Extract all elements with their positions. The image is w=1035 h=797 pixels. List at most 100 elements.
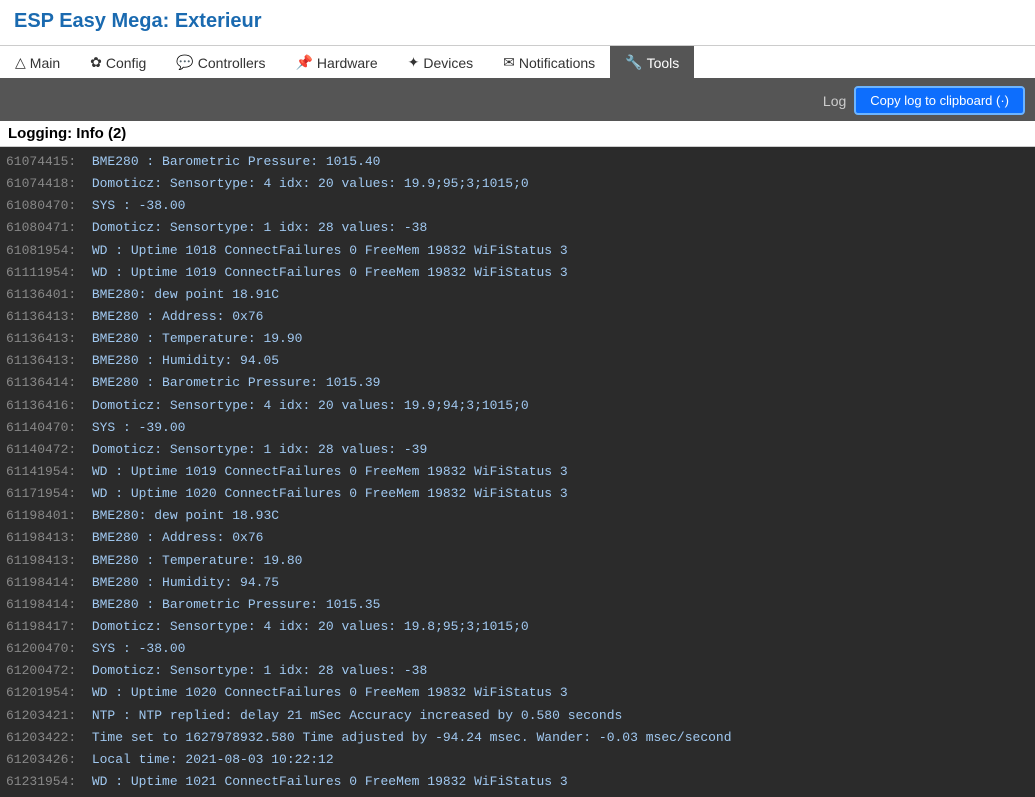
log-timestamp: 61198413:: [6, 530, 76, 545]
header: ESP Easy Mega: Exterieur: [0, 0, 1035, 46]
nav-hardware[interactable]: 📌 Hardware: [280, 46, 392, 78]
log-text: BME280 : Address: 0x76: [76, 530, 263, 545]
log-timestamp: 61171954:: [6, 486, 76, 501]
log-timestamp: 61140470:: [6, 420, 76, 435]
log-content: 61074415: BME280 : Barometric Pressure: …: [0, 147, 1035, 797]
log-timestamp: 61198414:: [6, 597, 76, 612]
nav-devices[interactable]: ✦ Devices: [393, 46, 489, 78]
log-timestamp: 61200472:: [6, 663, 76, 678]
log-line: 61080471: Domoticz: Sensortype: 1 idx: 2…: [6, 217, 1029, 239]
log-line: 61203422: Time set to 1627978932.580 Tim…: [6, 727, 1029, 749]
log-line: 61081954: WD : Uptime 1018 ConnectFailur…: [6, 240, 1029, 262]
log-line: 61203421: NTP : NTP replied: delay 21 mS…: [6, 705, 1029, 727]
log-timestamp: 61080471:: [6, 220, 76, 235]
log-line: 61200470: SYS : -38.00: [6, 638, 1029, 660]
log-text: SYS : -38.00: [76, 198, 185, 213]
log-line: 61136413: BME280 : Humidity: 94.05: [6, 350, 1029, 372]
nav-notifications-label: Notifications: [519, 55, 595, 71]
notifications-icon: ✉: [503, 54, 515, 71]
log-line: 61136413: BME280 : Temperature: 19.90: [6, 328, 1029, 350]
log-timestamp: 61203426:: [6, 752, 76, 767]
log-text: BME280 : Temperature: 19.80: [76, 553, 302, 568]
log-timestamp: 61198413:: [6, 553, 76, 568]
log-text: Domoticz: Sensortype: 4 idx: 20 values: …: [76, 176, 528, 191]
log-timestamp: 61141954:: [6, 464, 76, 479]
log-line: 61136416: Domoticz: Sensortype: 4 idx: 2…: [6, 395, 1029, 417]
log-text: WD : Uptime 1020 ConnectFailures 0 FreeM…: [76, 486, 567, 501]
log-text: Local time: 2021-08-03 10:22:12: [76, 752, 333, 767]
log-text: Domoticz: Sensortype: 1 idx: 28 values: …: [76, 442, 427, 457]
log-text: BME280 : Barometric Pressure: 1015.35: [76, 597, 380, 612]
log-text: SYS : -39.00: [76, 420, 185, 435]
log-line: 61136413: BME280 : Address: 0x76: [6, 306, 1029, 328]
log-line: 61198413: BME280 : Temperature: 19.80: [6, 550, 1029, 572]
config-icon: ✿: [90, 54, 102, 71]
log-text: NTP : NTP replied: delay 21 mSec Accurac…: [76, 708, 622, 723]
log-line: 61141954: WD : Uptime 1019 ConnectFailur…: [6, 461, 1029, 483]
log-line: 61200472: Domoticz: Sensortype: 1 idx: 2…: [6, 660, 1029, 682]
log-timestamp: 61136416:: [6, 398, 76, 413]
nav-config[interactable]: ✿ Config: [75, 46, 161, 78]
log-line: 61231954: WD : Uptime 1021 ConnectFailur…: [6, 771, 1029, 793]
log-line: 61111954: WD : Uptime 1019 ConnectFailur…: [6, 262, 1029, 284]
log-timestamp: 61231954:: [6, 774, 76, 789]
nav-main-label: Main: [30, 55, 60, 71]
log-line: 61198413: BME280 : Address: 0x76: [6, 527, 1029, 549]
log-text: BME280 : Barometric Pressure: 1015.40: [76, 154, 380, 169]
log-timestamp: 61136413:: [6, 331, 76, 346]
nav-hardware-label: Hardware: [317, 55, 378, 71]
log-text: Domoticz: Sensortype: 4 idx: 20 values: …: [76, 398, 528, 413]
main-icon: △: [15, 54, 26, 71]
log-text: BME280 : Humidity: 94.05: [76, 353, 279, 368]
log-line: 61198417: Domoticz: Sensortype: 4 idx: 2…: [6, 616, 1029, 638]
controllers-icon: 💬: [176, 54, 193, 71]
log-line: 61140470: SYS : -39.00: [6, 417, 1029, 439]
log-text: BME280 : Temperature: 19.90: [76, 331, 302, 346]
log-timestamp: 61140472:: [6, 442, 76, 457]
log-line: 61140472: Domoticz: Sensortype: 1 idx: 2…: [6, 439, 1029, 461]
page-title: ESP Easy Mega: Exterieur: [14, 10, 1021, 33]
log-line: 61198414: BME280 : Barometric Pressure: …: [6, 594, 1029, 616]
log-text: Time set to 1627978932.580 Time adjusted…: [76, 730, 731, 745]
log-timestamp: 61081954:: [6, 243, 76, 258]
log-timestamp: 61200470:: [6, 641, 76, 656]
log-timestamp: 61203421:: [6, 708, 76, 723]
log-line: 61080470: SYS : -38.00: [6, 195, 1029, 217]
log-text: WD : Uptime 1019 ConnectFailures 0 FreeM…: [76, 464, 567, 479]
log-timestamp: 61203422:: [6, 730, 76, 745]
log-timestamp: 61136414:: [6, 375, 76, 390]
log-text: Domoticz: Sensortype: 1 idx: 28 values: …: [76, 663, 427, 678]
nav-tools[interactable]: 🔧 Tools: [610, 46, 694, 78]
nav-bar: △ Main ✿ Config 💬 Controllers 📌 Hardware…: [0, 46, 1035, 80]
log-timestamp: 61136413:: [6, 353, 76, 368]
nav-tools-label: Tools: [647, 55, 680, 71]
nav-notifications[interactable]: ✉ Notifications: [488, 46, 610, 78]
log-line: 61074418: Domoticz: Sensortype: 4 idx: 2…: [6, 173, 1029, 195]
log-line: 61198414: BME280 : Humidity: 94.75: [6, 572, 1029, 594]
nav-config-label: Config: [106, 55, 146, 71]
log-timestamp: 61198401:: [6, 508, 76, 523]
log-timestamp: 61074415:: [6, 154, 76, 169]
nav-devices-label: Devices: [423, 55, 473, 71]
log-line: 61201954: WD : Uptime 1020 ConnectFailur…: [6, 682, 1029, 704]
log-heading: Logging: Info (2): [0, 121, 1035, 147]
log-text: BME280 : Humidity: 94.75: [76, 575, 279, 590]
log-line: 61171954: WD : Uptime 1020 ConnectFailur…: [6, 483, 1029, 505]
copy-log-button[interactable]: Copy log to clipboard (·): [854, 86, 1025, 115]
log-text: BME280 : Barometric Pressure: 1015.39: [76, 375, 380, 390]
log-label: Log: [823, 93, 846, 109]
log-timestamp: 61136401:: [6, 287, 76, 302]
log-timestamp: 61080470:: [6, 198, 76, 213]
log-text: BME280: dew point 18.91C: [76, 287, 279, 302]
log-line: 61074415: BME280 : Barometric Pressure: …: [6, 151, 1029, 173]
log-line: 61203426: Local time: 2021-08-03 10:22:1…: [6, 749, 1029, 771]
nav-main[interactable]: △ Main: [0, 46, 75, 78]
log-text: WD : Uptime 1021 ConnectFailures 0 FreeM…: [76, 774, 567, 789]
log-timestamp: 61111954:: [6, 265, 76, 280]
log-text: BME280: dew point 18.93C: [76, 508, 279, 523]
log-timestamp: 61074418:: [6, 176, 76, 191]
nav-controllers[interactable]: 💬 Controllers: [161, 46, 280, 78]
log-text: WD : Uptime 1019 ConnectFailures 0 FreeM…: [76, 265, 567, 280]
tools-icon: 🔧: [625, 54, 642, 71]
log-line: 61198401: BME280: dew point 18.93C: [6, 505, 1029, 527]
